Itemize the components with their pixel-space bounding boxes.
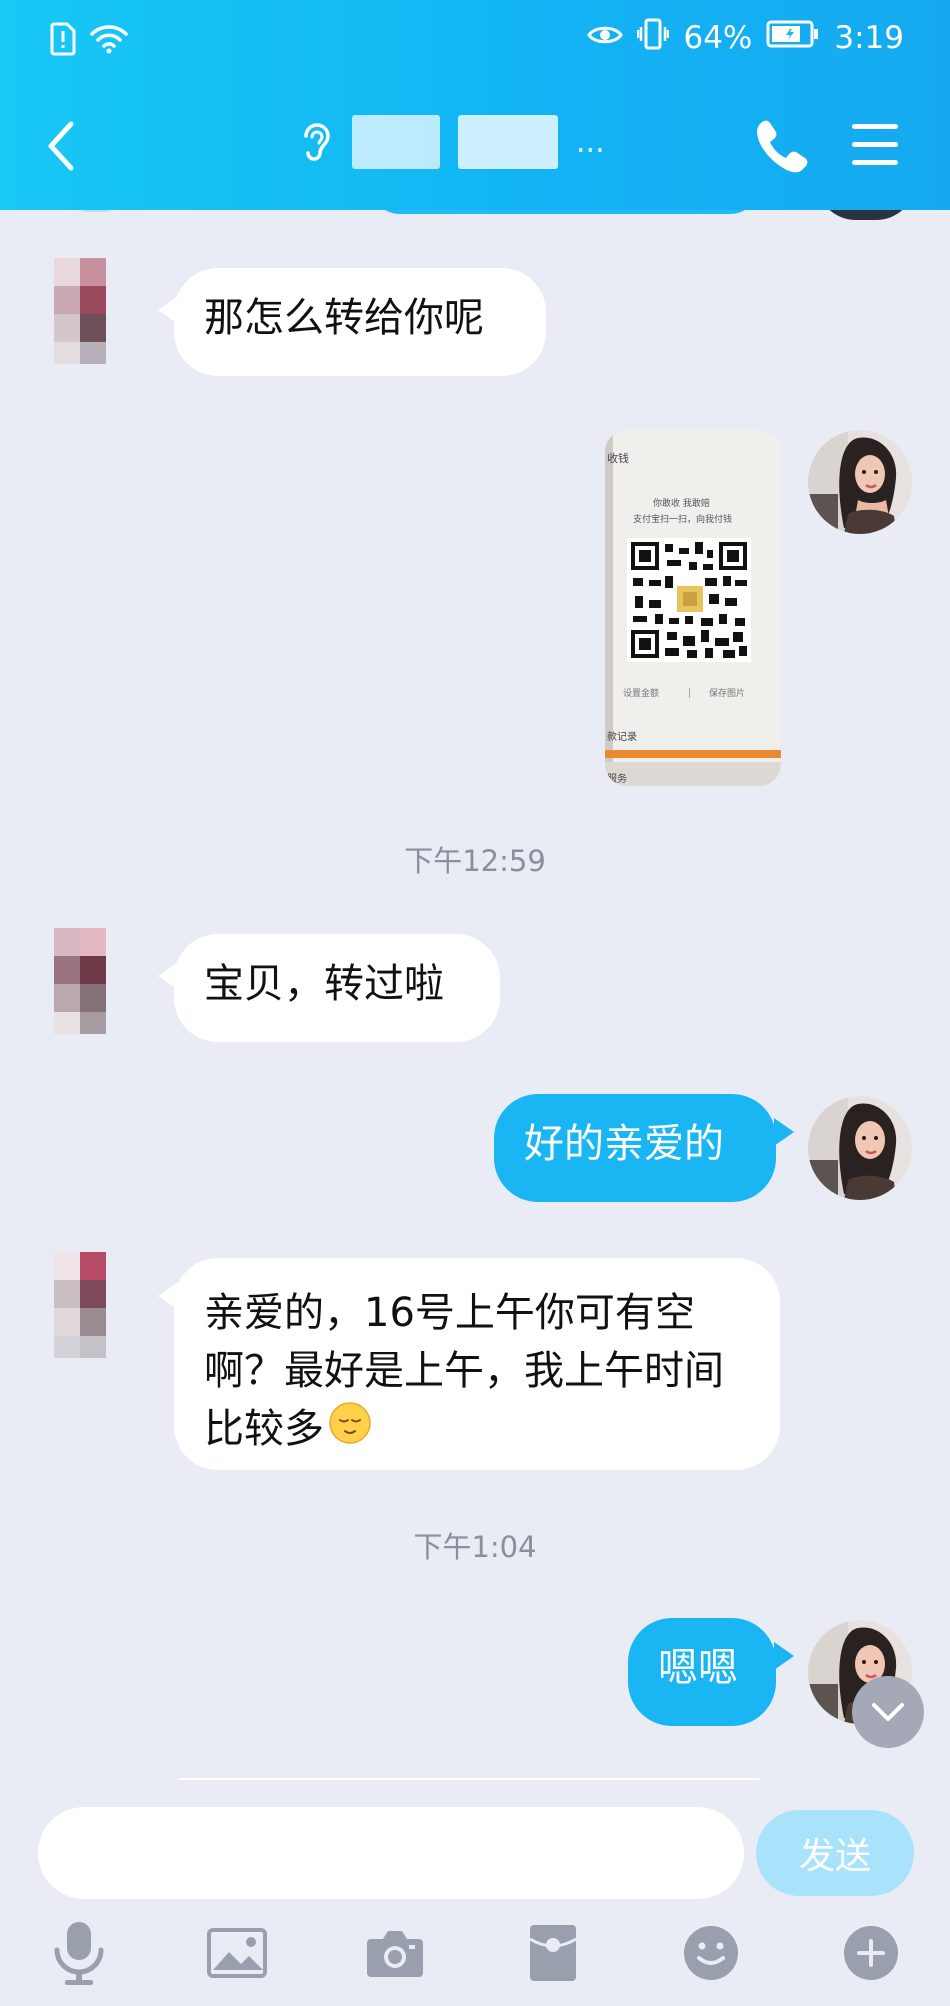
vibrate-icon — [637, 18, 670, 58]
message-text: 宝贝，转过啦 — [204, 961, 444, 1007]
message-bubble[interactable]: 嗯嗯 — [628, 1618, 776, 1726]
nav-bar: ... — [0, 100, 950, 190]
scroll-to-bottom-button[interactable] — [852, 1676, 924, 1748]
menu-button[interactable] — [850, 120, 902, 170]
bubble-tail — [774, 1118, 794, 1146]
wifi-icon — [90, 24, 128, 58]
send-button[interactable]: 发送 — [756, 1810, 914, 1896]
battery-percent: 64% — [683, 20, 753, 56]
camera-icon — [367, 1931, 423, 1977]
back-button[interactable] — [36, 116, 86, 176]
red-packet-button[interactable] — [520, 1920, 586, 1986]
message-text: 那怎么转给你呢 — [204, 295, 484, 341]
menu-icon — [852, 124, 898, 165]
ear-icon — [304, 123, 330, 161]
input-bar: 发送 — [0, 1780, 950, 2006]
message-input[interactable] — [38, 1807, 744, 1899]
qr-set-amount-text: 设置金额 — [623, 687, 659, 699]
timestamp: 下午12:59 — [404, 844, 546, 878]
title-blur-2 — [458, 115, 558, 169]
title-suffix: ... — [576, 124, 605, 160]
message-text: 嗯嗯 — [658, 1645, 738, 1691]
more-button[interactable] — [838, 1920, 904, 1986]
app-header: 64% 3:19 ... — [0, 0, 950, 210]
camera-button[interactable] — [362, 1920, 428, 1986]
message-bubble[interactable]: 宝贝，转过啦 — [174, 934, 500, 1042]
qr-line1-text: 你敢收 我敢赔 — [653, 497, 710, 509]
message-text: 好的亲爱的 — [524, 1121, 724, 1167]
avatar[interactable] — [30, 1242, 140, 1362]
emoji-button[interactable] — [678, 1920, 744, 1986]
message-bubble[interactable]: 那怎么转给你呢 — [174, 268, 546, 376]
avatar[interactable] — [30, 248, 140, 368]
voice-button[interactable] — [46, 1920, 112, 1986]
eye-icon — [587, 20, 624, 56]
qr-header-text: 收钱 — [607, 451, 629, 465]
message-bubble[interactable]: 亲爱的，16号上午你可有空啊？最好是上午，我上午时间比较多 — [174, 1258, 780, 1470]
timestamp: 下午1:04 — [413, 1530, 537, 1564]
call-button[interactable] — [752, 118, 808, 174]
send-button-label: 发送 — [798, 1836, 871, 1877]
relieved-emoji-icon — [328, 1401, 372, 1461]
image-icon — [207, 1928, 267, 1978]
microphone-icon — [54, 1922, 104, 1985]
chat-area[interactable]: 那怎么转给你呢 收钱 你敢收 我敢赔 支付宝扫一扫，向我付钱 设置金额 保存图片… — [0, 180, 950, 1786]
message-bubble[interactable]: 好的亲爱的 — [494, 1094, 776, 1202]
red-packet-icon — [529, 1925, 577, 1981]
chat-title[interactable]: ... — [300, 112, 640, 172]
qr-save-image-text: 保存图片 — [709, 687, 745, 699]
avatar[interactable] — [808, 1096, 912, 1200]
avatar[interactable] — [30, 918, 140, 1038]
image-button[interactable] — [204, 1920, 270, 1986]
message-text: 亲爱的，16号上午你可有空啊？最好是上午，我上午时间比较多 — [204, 1290, 724, 1452]
qr-line2-text: 支付宝扫一扫，向我付钱 — [633, 513, 732, 525]
avatar[interactable] — [808, 430, 912, 534]
status-bar: 64% 3:19 — [0, 0, 950, 80]
battery-icon — [766, 19, 820, 57]
sim-alert-icon — [50, 22, 76, 60]
bubble-tail — [774, 1642, 794, 1670]
phone-icon — [757, 120, 808, 173]
plus-icon — [844, 1926, 898, 1980]
qr-code — [627, 538, 751, 662]
image-message[interactable]: 收钱 你敢收 我敢赔 支付宝扫一扫，向我付钱 设置金额 保存图片 款记录 服务 — [605, 430, 781, 786]
input-toolbar — [0, 1920, 950, 2000]
emoji-icon — [684, 1926, 738, 1980]
qr-records-text: 款记录 — [607, 730, 637, 743]
status-time: 3:19 — [834, 20, 904, 56]
qr-service-text: 服务 — [607, 772, 627, 785]
title-blur-1 — [352, 115, 440, 169]
chevron-down-icon — [872, 1703, 904, 1721]
back-icon — [48, 121, 74, 171]
